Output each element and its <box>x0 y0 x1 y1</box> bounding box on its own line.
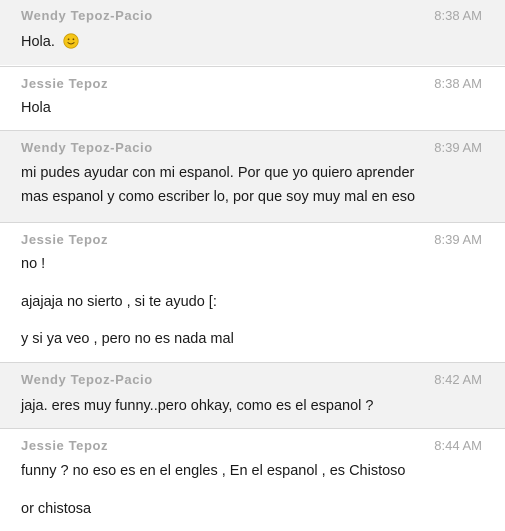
message-sender: Wendy Tepoz-Pacio <box>21 8 153 23</box>
message-sender: Jessie Tepoz <box>21 438 109 453</box>
message-text: Hola <box>21 100 51 116</box>
message-line: Hola. <box>21 33 79 50</box>
message-text: jaja. eres muy funny..pero ohkay, como e… <box>21 398 374 414</box>
message-sender: Wendy Tepoz-Pacio <box>21 372 153 387</box>
message-timestamp: 8:39 AM <box>434 232 482 247</box>
message-text: y si ya veo , pero no es nada mal <box>21 331 234 347</box>
message-sender: Jessie Tepoz <box>21 232 109 247</box>
message-timestamp: 8:38 AM <box>434 76 482 91</box>
message-item: Jessie Tepoz 8:38 AM Hola <box>0 66 505 130</box>
message-timestamp: 8:39 AM <box>434 140 482 155</box>
chat-transcript: Wendy Tepoz-Pacio 8:38 AM Hola. Jessie T… <box>0 0 505 531</box>
message-item: Jessie Tepoz 8:44 AM funny ? no eso es e… <box>0 428 505 531</box>
message-text: mi pudes ayudar con mi espanol. Por que … <box>21 165 415 181</box>
message-item: Wendy Tepoz-Pacio 8:42 AM jaja. eres muy… <box>0 362 505 428</box>
smiley-icon <box>63 33 79 49</box>
message-item: Jessie Tepoz 8:39 AM no ! ajajaja no sie… <box>0 222 505 362</box>
message-text: mas espanol y como escriber lo, por que … <box>21 189 416 205</box>
message-text: Hola. <box>21 34 55 50</box>
message-sender: Wendy Tepoz-Pacio <box>21 140 153 155</box>
message-item: Wendy Tepoz-Pacio 8:39 AM mi pudes ayuda… <box>0 130 505 222</box>
message-timestamp: 8:44 AM <box>434 438 482 453</box>
message-timestamp: 8:42 AM <box>434 372 482 387</box>
message-text: funny ? no eso es en el engles , En el e… <box>21 463 406 479</box>
message-text: ajajaja no sierto , si te ayudo [: <box>21 294 217 310</box>
message-timestamp: 8:38 AM <box>434 8 482 23</box>
message-text: or chistosa <box>21 501 92 517</box>
message-text: no ! <box>21 256 46 272</box>
message-sender: Jessie Tepoz <box>21 76 109 91</box>
message-item: Wendy Tepoz-Pacio 8:38 AM Hola. <box>0 0 505 65</box>
